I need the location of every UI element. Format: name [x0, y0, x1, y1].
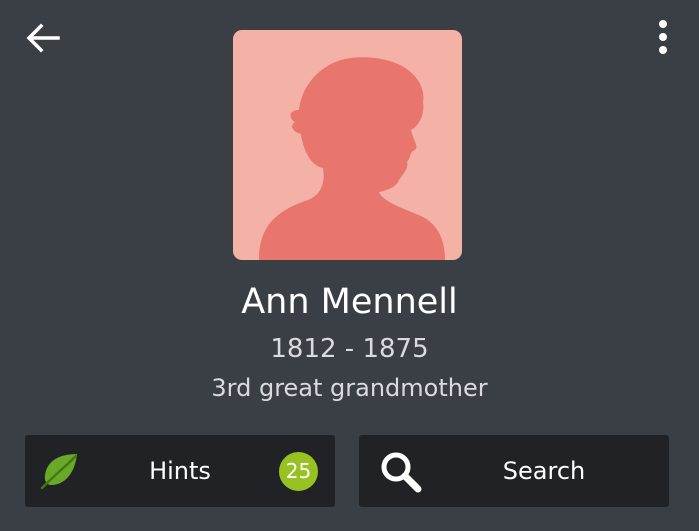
search-icon: [379, 451, 423, 493]
more-vertical-icon: [659, 20, 667, 54]
person-lifespan: 1812 - 1875: [270, 334, 429, 364]
hints-label: Hints: [149, 457, 211, 485]
back-button[interactable]: [22, 20, 64, 58]
search-button[interactable]: Search: [359, 435, 669, 507]
hints-count-badge: 25: [279, 452, 318, 491]
person-relationship: 3rd great grandmother: [211, 374, 488, 402]
person-name: Ann Mennell: [241, 282, 458, 322]
search-label: Search: [502, 457, 586, 485]
female-silhouette-icon: [233, 30, 462, 260]
hints-button[interactable]: Hints 25: [25, 435, 335, 507]
leaf-icon: [39, 451, 81, 491]
profile-avatar[interactable]: [233, 30, 462, 260]
back-arrow-icon: [26, 23, 60, 53]
more-options-button[interactable]: [650, 18, 676, 58]
